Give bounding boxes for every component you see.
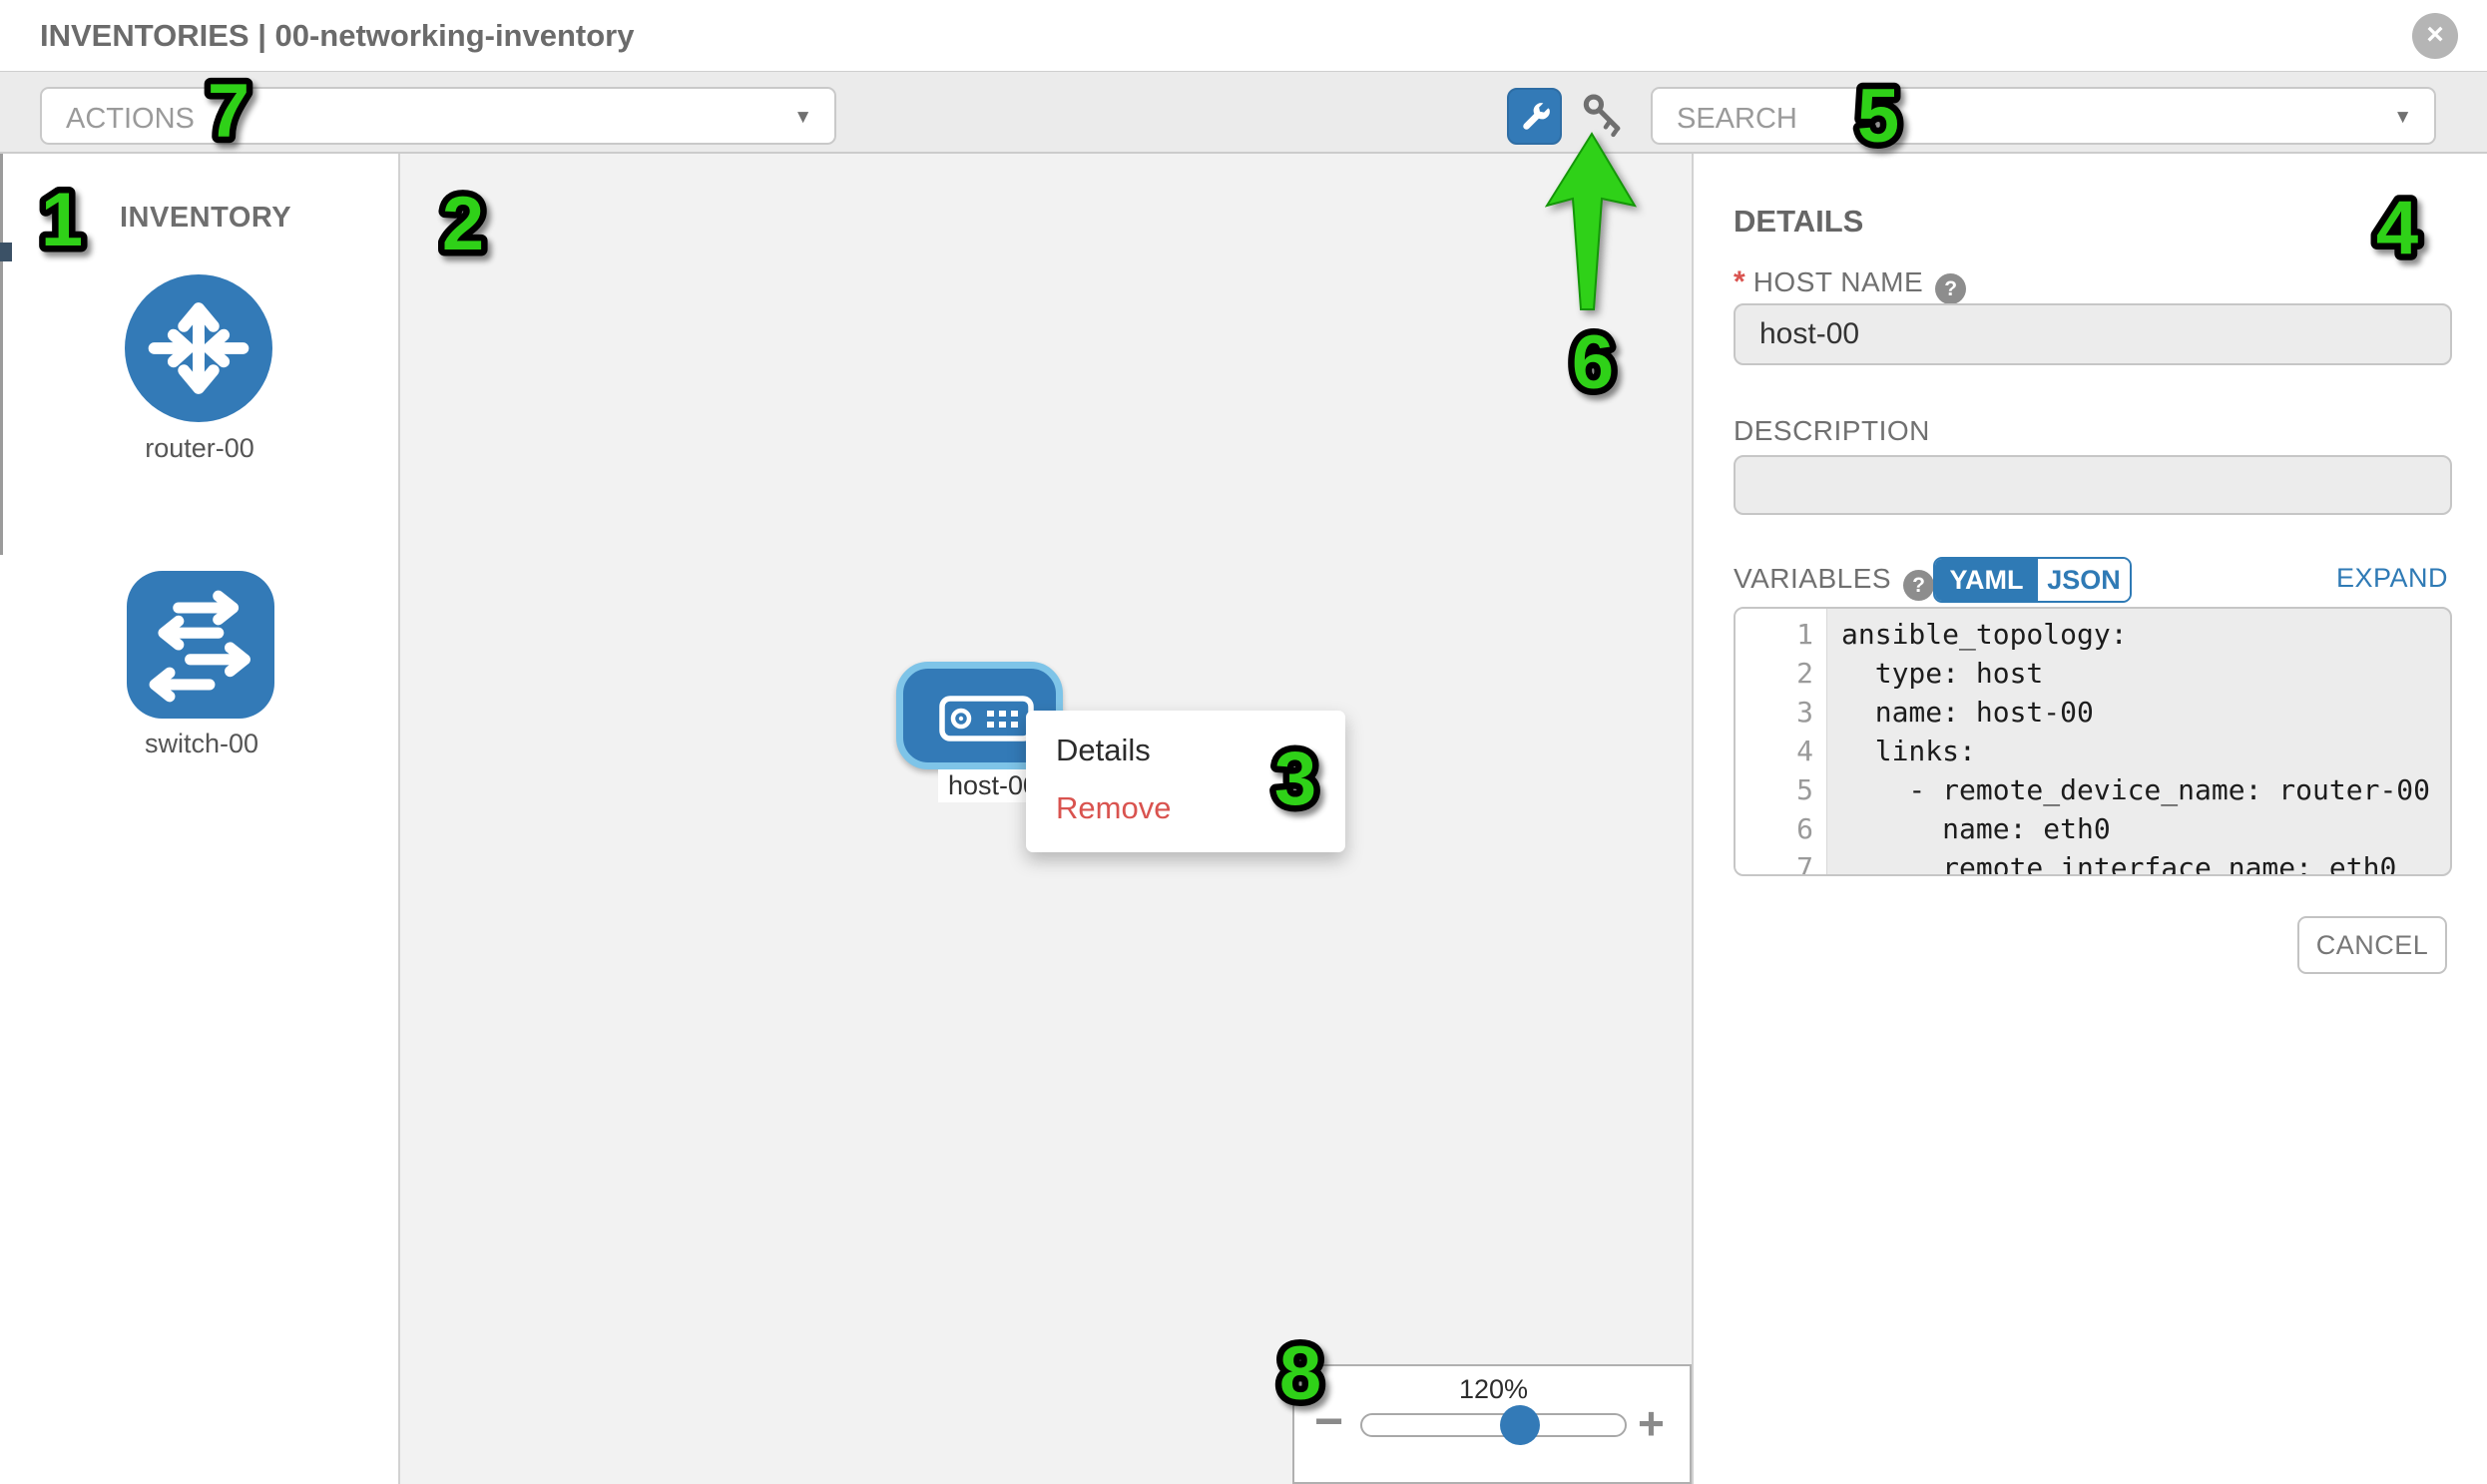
code-line: 7 remote_interface_name: eth0 [1736, 848, 2452, 876]
palette-item-router-label: router-00 [50, 433, 349, 464]
palette-item-router[interactable] [125, 274, 272, 422]
cancel-button[interactable]: CANCEL [2297, 916, 2447, 974]
zoom-in-button[interactable]: + [1638, 1396, 1665, 1450]
variables-code-editor[interactable]: 1ansible_topology: 2 type: host 3 name: … [1734, 607, 2452, 876]
description-label: DESCRIPTION [1734, 415, 1930, 447]
hostname-input[interactable] [1734, 303, 2452, 365]
required-asterisk: * [1734, 265, 1745, 298]
code-line: 6 name: eth0 [1736, 809, 2452, 848]
code-line: 2 type: host [1736, 654, 2452, 693]
help-icon[interactable]: ? [1903, 570, 1934, 601]
context-menu-remove[interactable]: Remove [1056, 790, 1171, 826]
zoom-control-panel: 120% − + [1292, 1364, 1692, 1484]
chevron-down-icon: ▼ [2393, 107, 2412, 129]
zoom-level-value: 120% [1360, 1374, 1627, 1405]
context-menu-details[interactable]: Details [1056, 733, 1151, 768]
expand-link[interactable]: EXPAND [2336, 563, 2448, 594]
tools-button[interactable] [1507, 88, 1562, 145]
palette-item-switch-label: switch-00 [52, 729, 351, 759]
header-bar: INVENTORIES | 00-networking-inventory × [0, 0, 2487, 71]
zoom-slider-track[interactable] [1360, 1413, 1627, 1437]
variables-format-toggle: YAML JSON [1933, 557, 2132, 603]
zoom-out-button[interactable]: − [1314, 1392, 1343, 1450]
toolbar: ACTIONS ▼ SEARCH ▼ [0, 71, 2487, 154]
code-line: 5 - remote_device_name: router-00 [1736, 770, 2452, 809]
tab-yaml[interactable]: YAML [1935, 559, 2038, 601]
details-panel: DETAILS * HOST NAME? DESCRIPTION VARIABLE… [1692, 154, 2487, 1484]
node-context-menu: Details Remove [1026, 711, 1345, 852]
key-button[interactable] [1581, 92, 1627, 140]
router-icon [125, 274, 272, 422]
tab-json[interactable]: JSON [2038, 559, 2130, 601]
actions-dropdown-label: ACTIONS [66, 103, 195, 136]
hostname-field-row: * HOST NAME? [1734, 265, 1966, 304]
chevron-down-icon: ▼ [793, 107, 812, 129]
code-line: 3 name: host-00 [1736, 693, 2452, 732]
description-input[interactable] [1734, 455, 2452, 515]
code-line: 4 links: [1736, 732, 2452, 770]
code-line: 1ansible_topology: [1736, 615, 2452, 654]
details-panel-title: DETAILS [1734, 204, 1863, 240]
key-icon [1581, 92, 1627, 140]
sidebar-scrollbar-thumb[interactable] [0, 243, 12, 261]
search-dropdown-label: SEARCH [1677, 103, 1797, 136]
variables-field-row: VARIABLES? YAML JSON EXPAND [1734, 563, 2452, 611]
hostname-label: HOST NAME [1753, 266, 1923, 297]
wrench-icon [1519, 101, 1553, 135]
palette-item-switch[interactable] [127, 571, 274, 719]
help-icon[interactable]: ? [1935, 273, 1966, 304]
sidebar-scrollbar[interactable] [0, 154, 3, 555]
variables-label: VARIABLES [1734, 563, 1891, 595]
host-server-icon [939, 696, 1034, 742]
sidebar-heading: INVENTORY [120, 202, 291, 235]
switch-icon [127, 571, 274, 719]
topology-canvas[interactable]: host-00 Details Remove 120% − + [400, 154, 1692, 1484]
inventory-sidebar: INVENTORY router-00 [0, 154, 400, 1484]
actions-dropdown[interactable]: ACTIONS ▼ [40, 87, 836, 145]
zoom-slider-thumb[interactable] [1500, 1405, 1540, 1445]
page-title: INVENTORIES | 00-networking-inventory [40, 18, 634, 54]
search-dropdown[interactable]: SEARCH ▼ [1651, 87, 2436, 145]
close-icon[interactable]: × [2412, 13, 2458, 59]
